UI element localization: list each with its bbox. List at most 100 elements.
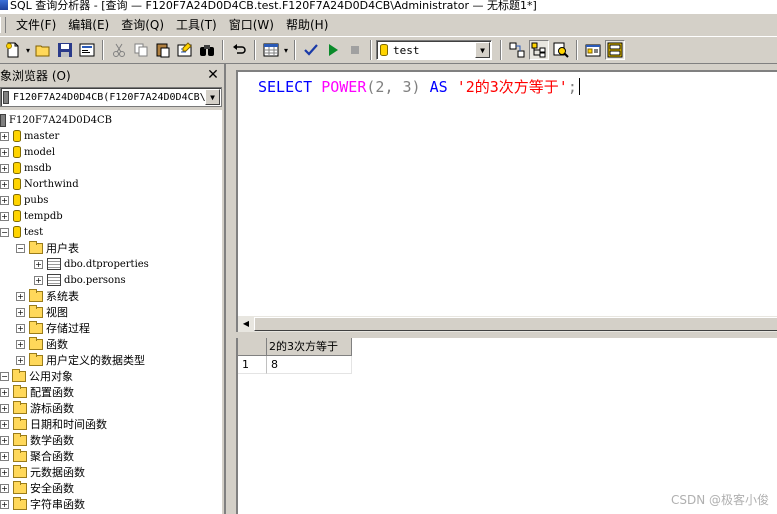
expand-plus-icon[interactable]: + (0, 419, 9, 429)
tree-node-server[interactable]: F120F7A24D0D4CB (0, 112, 112, 128)
grid-column-header[interactable]: 2的3次方等于 (267, 338, 352, 356)
collapse-minus-icon[interactable]: − (16, 243, 25, 253)
menu-help[interactable]: 帮助(H) (280, 16, 334, 34)
copy-icon[interactable] (131, 40, 151, 60)
tree-node-database[interactable]: + Northwind (0, 176, 79, 192)
toolbar-separator (102, 40, 104, 60)
grid-row-header[interactable]: 1 (238, 356, 267, 374)
expand-plus-icon[interactable]: + (0, 179, 9, 189)
tree-node-database[interactable]: + tempdb (0, 208, 63, 224)
expand-plus-icon[interactable]: + (0, 147, 9, 157)
tree-node-database[interactable]: + model (0, 144, 55, 160)
tree-node-database[interactable]: + master (0, 128, 59, 144)
scrollbar-thumb[interactable] (254, 317, 777, 331)
scroll-left-arrow-icon[interactable]: ◀ (240, 318, 252, 330)
tree-node-folder[interactable]: + 函数 (16, 336, 68, 352)
expand-plus-icon[interactable]: + (0, 435, 9, 445)
grid-cell[interactable]: 8 (267, 356, 352, 374)
tree-node-folder[interactable]: − 用户表 (16, 240, 79, 256)
tree-node-label: test (24, 226, 44, 238)
tree-node-function-group[interactable]: + 数学函数 (0, 432, 74, 448)
expand-plus-icon[interactable]: + (16, 355, 25, 365)
close-icon[interactable]: ✕ (206, 68, 220, 82)
tree-node-function-group[interactable]: + 元数据函数 (0, 464, 85, 480)
expand-plus-icon[interactable]: + (0, 467, 9, 477)
database-select[interactable]: test ▼ (376, 40, 492, 60)
tree-node-public-objects[interactable]: − 公用对象 (0, 368, 73, 384)
expand-plus-icon[interactable]: + (0, 499, 9, 509)
tree-node-function-group[interactable]: + 配置函数 (0, 384, 74, 400)
results-grid-icon[interactable] (261, 40, 281, 60)
expand-plus-icon[interactable]: + (0, 403, 9, 413)
expand-plus-icon[interactable]: + (0, 483, 9, 493)
expand-plus-icon[interactable]: + (0, 131, 9, 141)
stop-icon[interactable] (345, 40, 365, 60)
display-estimated-plan-icon[interactable] (507, 40, 527, 60)
tree-node-database[interactable]: + pubs (0, 192, 48, 208)
menu-file[interactable]: 文件(F) (10, 16, 62, 34)
save-icon[interactable] (55, 40, 75, 60)
tree-node-table[interactable]: + dbo.dtproperties (34, 256, 149, 272)
menu-edit[interactable]: 编辑(E) (62, 16, 115, 34)
expand-plus-icon[interactable]: + (0, 211, 9, 221)
tree-node-function-group[interactable]: + 安全函数 (0, 480, 74, 496)
expand-plus-icon[interactable]: + (16, 307, 25, 317)
find-binoculars-icon[interactable] (197, 40, 217, 60)
menu-tools[interactable]: 工具(T) (170, 16, 223, 34)
tree-node-database[interactable]: + msdb (0, 160, 51, 176)
current-connection-properties-icon[interactable] (583, 40, 603, 60)
folder-icon (29, 304, 43, 318)
tree-node-label: dbo.persons (64, 274, 126, 286)
chevron-down-icon[interactable]: ▼ (205, 89, 220, 105)
tree-node-folder[interactable]: + 用户定义的数据类型 (16, 352, 145, 368)
server-select[interactable]: F120F7A24D0D4CB(F120F7A24D0D4CB\ ▼ (0, 87, 222, 107)
expand-plus-icon[interactable]: + (16, 291, 25, 301)
show-results-pane-icon[interactable] (605, 40, 625, 60)
chevron-down-icon[interactable]: ▼ (475, 42, 490, 58)
folder-icon (13, 480, 27, 494)
execute-play-icon[interactable] (323, 40, 343, 60)
folder-icon (13, 384, 27, 398)
tree-node-function-group[interactable]: + 聚合函数 (0, 448, 74, 464)
object-browser-toggle-icon[interactable] (529, 40, 549, 60)
expand-plus-icon[interactable]: + (34, 275, 43, 285)
tree-node-table[interactable]: + dbo.persons (34, 272, 126, 288)
expand-plus-icon[interactable]: + (0, 195, 9, 205)
tree-node-label: 数学函数 (30, 434, 74, 447)
tree-node-folder[interactable]: + 视图 (16, 304, 68, 320)
tree-node-function-group[interactable]: + 游标函数 (0, 400, 74, 416)
expand-plus-icon[interactable]: + (34, 259, 43, 269)
collapse-minus-icon[interactable]: − (0, 227, 9, 237)
cut-icon[interactable] (109, 40, 129, 60)
expand-plus-icon[interactable]: + (16, 339, 25, 349)
object-search-icon[interactable] (551, 40, 571, 60)
menubar-grip (0, 17, 6, 33)
expand-plus-icon[interactable]: + (0, 387, 9, 397)
load-script-icon[interactable] (77, 40, 97, 60)
open-folder-icon[interactable] (33, 40, 53, 60)
expand-plus-icon[interactable]: + (16, 323, 25, 333)
tree-node-function-group[interactable]: + 日期和时间函数 (0, 416, 107, 432)
paste-icon[interactable] (153, 40, 173, 60)
query-editor[interactable]: SELECT POWER(2, 3) AS '2的3次方等于'; (236, 70, 777, 316)
results-mode-dropdown-icon[interactable]: ▾ (282, 40, 290, 60)
folder-icon (12, 368, 26, 382)
tree-node-database[interactable]: − test (0, 224, 43, 240)
editor-horizontal-scrollbar[interactable]: ◀ (236, 316, 777, 332)
tree-node-label: F120F7A24D0D4CB (9, 114, 113, 126)
menu-window[interactable]: 窗口(W) (223, 16, 280, 34)
folder-icon (29, 288, 43, 302)
parse-checkmark-icon[interactable] (301, 40, 321, 60)
new-query-icon[interactable] (3, 40, 23, 60)
server-icon (3, 90, 9, 104)
menu-query[interactable]: 查询(Q) (115, 16, 170, 34)
undo-icon[interactable] (229, 40, 249, 60)
collapse-minus-icon[interactable]: − (0, 371, 9, 381)
expand-plus-icon[interactable]: + (0, 163, 9, 173)
tree-node-folder[interactable]: + 存储过程 (16, 320, 90, 336)
expand-plus-icon[interactable]: + (0, 451, 9, 461)
new-query-dropdown-icon[interactable]: ▾ (24, 40, 32, 60)
insert-template-icon[interactable] (175, 40, 195, 60)
tree-node-function-group[interactable]: + 字符串函数 (0, 496, 85, 512)
tree-node-folder[interactable]: + 系统表 (16, 288, 79, 304)
